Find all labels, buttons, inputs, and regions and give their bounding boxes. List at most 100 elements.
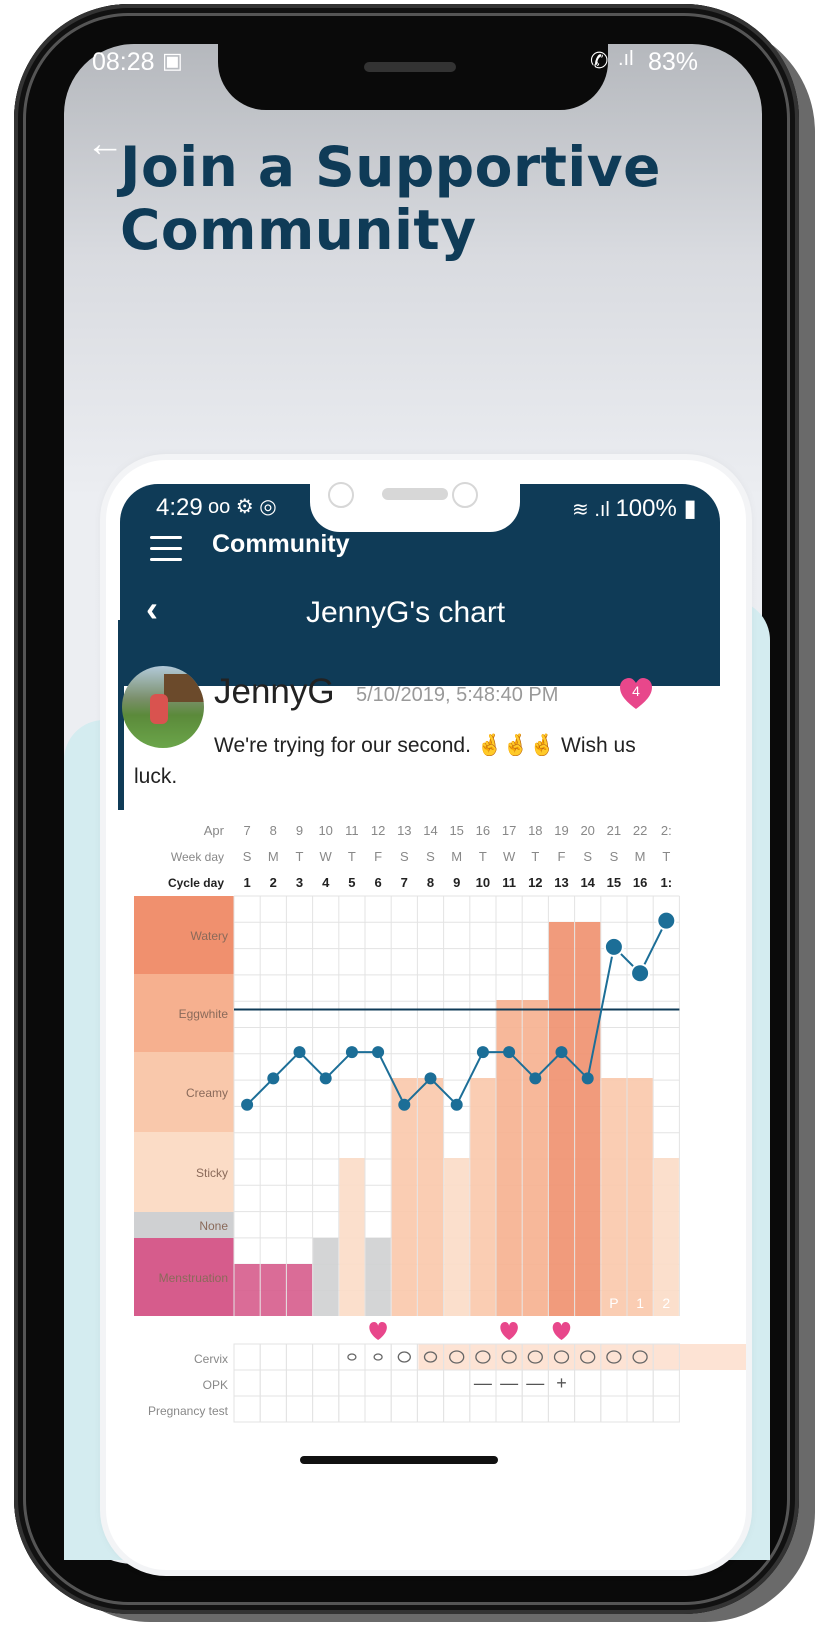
date-label: 14	[423, 823, 437, 838]
temperature-point	[319, 1072, 332, 1085]
mock-battery-text: 100%	[615, 495, 677, 522]
mock-back-chevron-icon[interactable]: ‹	[146, 588, 158, 630]
grid-cell	[390, 1395, 418, 1423]
grid-cell	[312, 1395, 340, 1423]
opk-mark: +	[556, 1373, 567, 1393]
date-label: 22	[633, 823, 647, 838]
phone-notch	[218, 40, 608, 110]
cycle-day-label: 9	[453, 875, 460, 890]
date-label: 16	[476, 823, 490, 838]
intercourse-heart-icon	[552, 1322, 571, 1340]
weekday-label: S	[243, 849, 252, 864]
grid-cell	[626, 1369, 654, 1397]
grid-cell	[312, 1369, 340, 1397]
post-username[interactable]: JennyG	[214, 672, 335, 712]
cycle-day-label: 7	[401, 875, 408, 890]
fluid-bar	[234, 1264, 260, 1316]
temperature-point	[424, 1072, 437, 1085]
cycle-day-label: 5	[348, 875, 355, 890]
grid-cell	[390, 1369, 418, 1397]
grid-cell	[600, 1395, 628, 1423]
grid-cell	[547, 1395, 576, 1423]
weekday-label: F	[374, 849, 382, 864]
post-body: We're trying for our second. 🤞🤞🤞 Wish us…	[134, 730, 674, 792]
fluid-bar	[653, 1158, 679, 1316]
mock-status-time: 4:29	[156, 494, 203, 521]
crossed-fingers-emoji: 🤞🤞🤞	[476, 734, 556, 757]
home-indicator[interactable]	[300, 1456, 498, 1464]
like-heart-icon[interactable]: 4	[618, 676, 654, 712]
grid-cell	[495, 1395, 523, 1423]
cervix-mark	[347, 1353, 357, 1361]
cycle-day-label: 10	[476, 875, 490, 890]
post-ovulation-label: P	[609, 1295, 618, 1311]
grid-cell	[364, 1343, 392, 1371]
grid-cell	[574, 1369, 602, 1397]
grid-cell	[259, 1395, 287, 1423]
grid-cell	[574, 1395, 602, 1423]
date-label: 8	[270, 823, 277, 838]
intercourse-heart-icon	[369, 1322, 387, 1340]
weekday-label: W	[503, 849, 516, 864]
weekday-label: S	[426, 849, 435, 864]
mock-camera-icon	[328, 482, 354, 508]
weekday-label: T	[296, 849, 304, 864]
fluid-bar	[627, 1078, 653, 1316]
grid-cell	[600, 1369, 628, 1397]
fluid-bar	[286, 1264, 313, 1316]
grid-cell	[338, 1343, 366, 1371]
cycle-day-label: 16	[633, 875, 647, 890]
fluid-bar	[391, 1078, 417, 1316]
cycle-day-label: 1	[243, 875, 250, 890]
grid-cell	[233, 1395, 261, 1423]
temperature-point	[603, 936, 624, 957]
fluid-bar	[260, 1264, 286, 1316]
weekday-label: M	[635, 849, 646, 864]
weekday-label: T	[479, 849, 487, 864]
fluid-bar	[575, 922, 601, 1316]
status-battery: 83%	[648, 48, 699, 76]
temperature-point	[529, 1072, 542, 1085]
cycle-day-label: 3	[296, 875, 303, 890]
grid-cell	[416, 1395, 445, 1423]
date-label: 11	[345, 823, 359, 838]
page-title: Join a Supportive Community	[120, 136, 720, 262]
temperature-point	[581, 1072, 594, 1085]
post-ovulation-label: 2	[662, 1295, 670, 1311]
hamburger-menu-icon[interactable]	[150, 536, 182, 562]
voicemail-icon: oo ⚙ ◎	[208, 496, 277, 518]
mock-chart-title: JennyG's chart	[306, 596, 506, 629]
temperature-point	[241, 1098, 254, 1111]
date-label: 7	[243, 823, 250, 838]
cycle-day-label: 12	[528, 875, 542, 890]
cervix-label: Cervix	[194, 1352, 228, 1366]
weekday-label: S	[610, 849, 619, 864]
status-time: 08:28	[92, 48, 155, 76]
date-label: 9	[296, 823, 303, 838]
grid-cell	[233, 1343, 261, 1371]
opk-mark: —	[474, 1373, 492, 1393]
grid-cell	[285, 1369, 314, 1397]
date-label: 13	[397, 823, 411, 838]
weekday-label: M	[268, 849, 279, 864]
fluid-label: None	[199, 1219, 228, 1233]
date-label: 2:	[661, 823, 672, 838]
fluid-bar	[522, 1000, 548, 1316]
date-label: 18	[528, 823, 542, 838]
mock-status-battery: ≋ .ıl 100% ▮	[572, 494, 697, 523]
weekday-label: S	[400, 849, 409, 864]
date-label: 15	[449, 823, 463, 838]
wifi-icon: ≋ .ıl	[572, 499, 616, 521]
weekday-label: F	[558, 849, 566, 864]
date-label: 20	[580, 823, 594, 838]
cycle-day-label: 11	[502, 875, 516, 890]
weekday-label: T	[531, 849, 539, 864]
image-icon: ▣	[162, 48, 183, 73]
intercourse-heart-icon	[500, 1322, 518, 1340]
cycle-day-label: 2	[270, 875, 277, 890]
fluid-label: Watery	[190, 929, 228, 943]
weekday-row-label: Week day	[171, 850, 224, 864]
fluid-bar	[339, 1158, 365, 1316]
grid-cell	[443, 1395, 471, 1423]
temperature-point	[630, 963, 651, 984]
